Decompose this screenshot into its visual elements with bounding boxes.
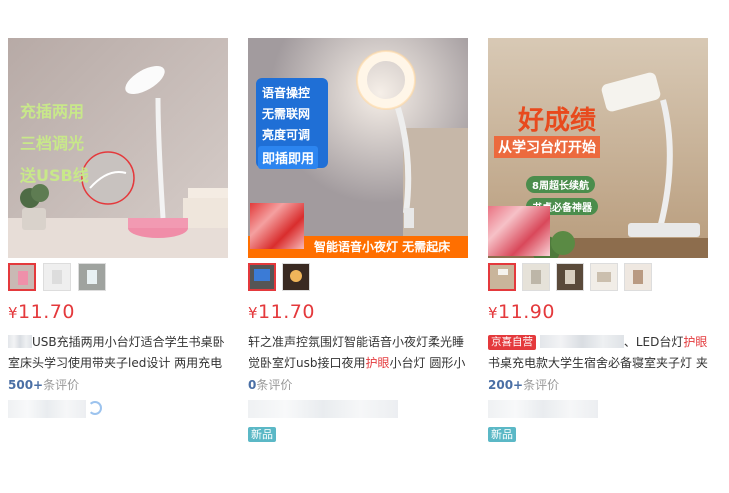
currency-symbol: ¥ (8, 304, 19, 322)
thumbnail-strip (248, 263, 470, 293)
review-count[interactable]: 0条评价 (248, 377, 292, 393)
thumbnail[interactable] (522, 263, 550, 291)
product-card[interactable]: 充插两用 三档调光 送USB线 ¥11.70 USB充插两用小台灯适合学生书桌卧… (8, 0, 230, 493)
shop-name-blurred[interactable] (488, 400, 598, 418)
thumbnail[interactable] (248, 263, 276, 291)
thumbnail[interactable] (8, 263, 36, 291)
title-highlight: 护眼 (683, 335, 708, 349)
price-value: 11.70 (18, 301, 75, 323)
currency-symbol: ¥ (488, 304, 499, 322)
product-title[interactable]: 京喜自营 、LED台灯护眼书桌充电款大学生宿舍必备寝室夹子灯 夹 (488, 332, 710, 376)
review-label: 条评价 (523, 378, 560, 392)
price: ¥11.90 (488, 300, 555, 325)
review-count[interactable]: 500+条评价 (8, 377, 79, 393)
shop-name-blurred[interactable] (248, 400, 398, 418)
feature-2: 无需联网 (262, 107, 311, 121)
feature-3: 亮度可调 (262, 128, 311, 142)
product-title[interactable]: USB充插两用小台灯适合学生书桌卧室床头学习使用带夹子led设计 两用充电 (8, 332, 230, 376)
image-caption-2: 三档调光 (20, 134, 85, 153)
price-value: 11.90 (498, 301, 555, 323)
thumbnail[interactable] (43, 263, 71, 291)
subheadline: 从学习台灯开始 (494, 136, 600, 158)
review-label: 条评价 (256, 378, 293, 392)
price: ¥11.70 (248, 300, 315, 325)
title-text-end: 小台灯 圆形小 (389, 356, 466, 370)
product-image[interactable]: 好成绩 从学习台灯开始 8周超长续航 书桌必备神器 (488, 38, 708, 258)
feature-1: 8周超长续航 (526, 176, 595, 193)
new-product-tag: 新品 (488, 427, 516, 442)
headline: 好成绩 (518, 106, 597, 136)
feature-1: 语音操控 (262, 86, 311, 100)
thumbnail[interactable] (590, 263, 618, 291)
shop-chat-icon[interactable] (88, 401, 102, 415)
product-card[interactable]: 语音操控 无需联网 亮度可调 即插即用 智能语音小夜灯 无需起床 ¥11.70 … (248, 0, 470, 493)
review-number: 200+ (488, 378, 524, 392)
blurred-logo (488, 206, 550, 256)
title-text: USB充插两用小台灯适合学生书桌卧室床头学习使用带夹子led设计 两用充电 (8, 335, 225, 370)
bottom-banner-text: 智能语音小夜灯 无需起床 (314, 240, 451, 254)
title-text: 、LED台灯 (623, 335, 684, 349)
thumbnail[interactable] (78, 263, 106, 291)
title-highlight: 护眼 (365, 356, 390, 370)
blurred-logo (250, 203, 304, 249)
shop-name-blurred[interactable] (8, 400, 86, 418)
currency-symbol: ¥ (248, 304, 259, 322)
feature-4: 即插即用 (258, 146, 319, 169)
thumbnail-strip (8, 263, 230, 293)
review-label: 条评价 (43, 378, 80, 392)
product-card[interactable]: 好成绩 从学习台灯开始 8周超长续航 书桌必备神器 ¥11.90 京喜自营 、L… (488, 0, 710, 493)
price: ¥11.70 (8, 300, 75, 325)
blurred-text (539, 335, 624, 348)
thumbnail[interactable] (624, 263, 652, 291)
image-caption-1: 充插两用 (20, 102, 85, 121)
product-image[interactable]: 充插两用 三档调光 送USB线 (8, 38, 228, 258)
review-number: 500+ (8, 378, 44, 392)
price-value: 11.70 (258, 301, 315, 323)
product-title[interactable]: 轩之准声控氛围灯智能语音小夜灯柔光睡觉卧室灯usb接口夜用护眼小台灯 圆形小 (248, 332, 470, 376)
thumbnail[interactable] (488, 263, 516, 291)
product-image[interactable]: 语音操控 无需联网 亮度可调 即插即用 智能语音小夜灯 无需起床 (248, 38, 468, 258)
title-text-end: 书桌充电款大学生宿舍必备寝室夹子灯 夹 (488, 356, 708, 370)
jd-self-operated-tag: 京喜自营 (488, 335, 536, 350)
thumbnail[interactable] (556, 263, 584, 291)
thumbnail[interactable] (282, 263, 310, 291)
image-caption-3: 送USB线 (20, 166, 89, 185)
thumbnail-strip (488, 263, 710, 293)
review-count[interactable]: 200+条评价 (488, 377, 559, 393)
blurred-text (8, 335, 32, 348)
new-product-tag: 新品 (248, 427, 276, 442)
